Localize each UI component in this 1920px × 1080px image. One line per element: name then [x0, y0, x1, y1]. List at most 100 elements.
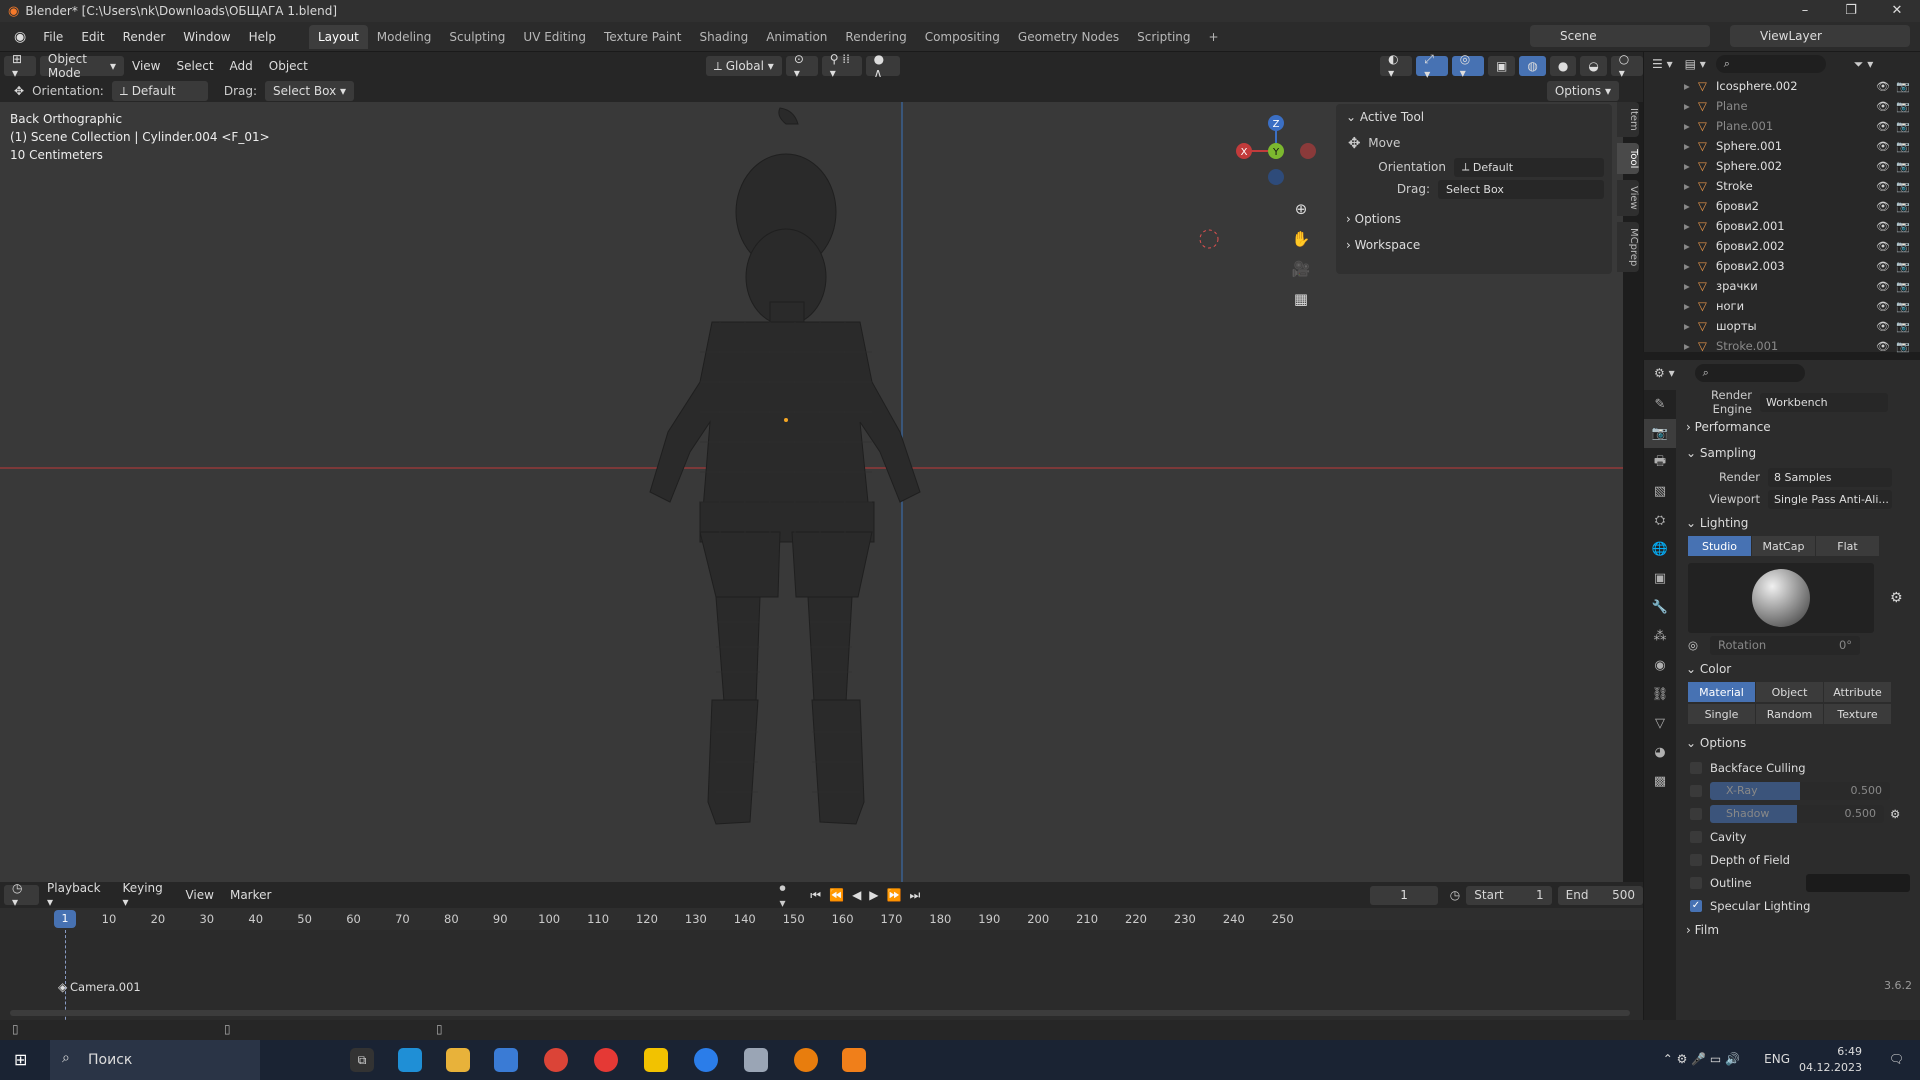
outliner-item[interactable]: ▸ ▽ зрачки 👁 📷 — [1684, 276, 1920, 296]
expand-arrow-icon[interactable]: ▸ — [1684, 319, 1698, 333]
material-shading-icon[interactable]: ◒ — [1580, 56, 1607, 76]
timeline-menu-playback[interactable]: Playback ▾ — [39, 881, 114, 909]
eye-icon[interactable]: 👁 — [1876, 320, 1890, 333]
xray-toggle-icon[interactable]: ▣ — [1488, 56, 1516, 76]
tray-icons[interactable]: ⌃ ⚙ 🎤 ▭ 🔊 — [1663, 1052, 1740, 1066]
camera-icon[interactable]: 📷 — [1896, 200, 1910, 213]
texture-tab-icon[interactable]: ▩ — [1644, 767, 1676, 796]
notifications-icon[interactable]: 🗨 — [1889, 1052, 1904, 1066]
tab-shading[interactable]: Shading — [690, 25, 757, 49]
lighting-flat-button[interactable]: Flat — [1816, 536, 1880, 556]
outliner-item[interactable]: ▸ ▽ брови2 👁 📷 — [1684, 196, 1920, 216]
rotation-field[interactable]: Rotation 0° — [1710, 635, 1861, 655]
expand-arrow-icon[interactable]: ▸ — [1684, 159, 1698, 173]
filter-icon[interactable]: ⏷ ▾ — [1854, 57, 1873, 72]
yandex-icon[interactable] — [594, 1048, 618, 1072]
eye-icon[interactable]: 👁 — [1876, 160, 1890, 173]
modifier-tab-icon[interactable]: 🔧 — [1644, 593, 1676, 622]
outline-checkbox[interactable]: Outline — [1678, 871, 1919, 894]
expand-arrow-icon[interactable]: ▸ — [1684, 219, 1698, 233]
solid-shading-icon[interactable]: ● — [1549, 56, 1577, 76]
display-mode-icon[interactable]: ▤ ▾ — [1685, 57, 1706, 71]
camera-view-icon[interactable]: 🎥 — [1290, 254, 1312, 284]
rendered-shading-icon[interactable]: ○ ▾ — [1610, 52, 1643, 80]
eye-icon[interactable]: 👁 — [1876, 220, 1890, 233]
timeline-menu-marker[interactable]: Marker — [222, 888, 279, 902]
tab-view[interactable]: View — [1617, 180, 1639, 216]
camera-icon[interactable]: 📷 — [1896, 220, 1910, 233]
menu-help[interactable]: Help — [240, 22, 285, 52]
move-tool-icon[interactable]: ✥ — [1348, 134, 1361, 152]
mode-dropdown[interactable]: Object Mode ▾ — [39, 52, 125, 80]
outliner-item[interactable]: ▸ ▽ брови2.003 👁 📷 — [1684, 256, 1920, 276]
lighting-matcap-button[interactable]: MatCap — [1752, 536, 1816, 556]
xray-slider[interactable]: X-Ray 0.500 — [1710, 781, 1890, 800]
maximize-button[interactable]: ❐ — [1828, 0, 1874, 22]
shadow-settings-icon[interactable]: ⚙ — [1890, 807, 1900, 821]
np-drag-dropdown[interactable]: Select Box — [1438, 179, 1604, 199]
eye-icon[interactable]: 👁 — [1876, 140, 1890, 153]
camera-icon[interactable]: 📷 — [1896, 140, 1910, 153]
eye-icon[interactable]: 👁 — [1876, 340, 1890, 353]
transform-orientation-dropdown[interactable]: ⟂ Global ▾ — [705, 56, 782, 76]
color-texture-button[interactable]: Texture — [1824, 704, 1892, 724]
minimize-button[interactable]: – — [1782, 0, 1828, 22]
viewport-samples-dropdown[interactable]: Single Pass Anti-Ali... — [1768, 489, 1892, 509]
3d-viewport[interactable]: Z Y X Back Orthographic (1) Scene Collec… — [0, 102, 1623, 882]
viewport-menu-add[interactable]: Add — [222, 59, 261, 73]
eye-icon[interactable]: 👁 — [1876, 100, 1890, 113]
shadow-checkbox[interactable] — [1690, 807, 1702, 820]
current-frame-field[interactable]: 1 — [1370, 885, 1438, 905]
data-tab-icon[interactable]: ▽ — [1644, 709, 1676, 738]
app-icon[interactable] — [694, 1048, 718, 1072]
prev-keyframe-icon[interactable]: ⏪ — [829, 888, 844, 902]
expand-arrow-icon[interactable]: ▸ — [1684, 179, 1698, 193]
viewport-menu-view[interactable]: View — [124, 59, 168, 73]
color-object-button[interactable]: Object — [1756, 682, 1824, 702]
outliner-item[interactable]: ▸ ▽ брови2.002 👁 📷 — [1684, 236, 1920, 256]
world-tab-icon[interactable]: 🌐 — [1644, 535, 1676, 564]
expand-arrow-icon[interactable]: ▸ — [1684, 279, 1698, 293]
properties-editor-icon[interactable]: ⚙ ▾ — [1654, 366, 1675, 380]
tab-item[interactable]: Item — [1617, 102, 1639, 137]
menu-edit[interactable]: Edit — [72, 22, 113, 52]
visibility-icon[interactable]: ◐ ▾ — [1380, 52, 1413, 80]
options-header[interactable]: ⌄ Options — [1678, 730, 1919, 756]
xray-checkbox[interactable] — [1690, 784, 1702, 797]
tab-compositing[interactable]: Compositing — [916, 25, 1009, 49]
expand-arrow-icon[interactable]: ▸ — [1684, 139, 1698, 153]
blender-menu-icon[interactable]: ◉ — [6, 29, 34, 45]
render-engine-dropdown[interactable]: Workbench — [1760, 392, 1888, 412]
performance-header[interactable]: › Performance — [1678, 414, 1919, 440]
pivot-icon[interactable]: ⊙ ▾ — [785, 52, 818, 80]
outliner-editor-icon[interactable]: ☰ ▾ — [1652, 57, 1673, 71]
camera-icon[interactable]: 📷 — [1896, 320, 1910, 333]
outliner-item[interactable]: ▸ ▽ ноги 👁 📷 — [1684, 296, 1920, 316]
eye-icon[interactable]: 👁 — [1876, 260, 1890, 273]
color-header[interactable]: ⌄ Color — [1678, 656, 1919, 682]
tab-modeling[interactable]: Modeling — [368, 25, 441, 49]
next-keyframe-icon[interactable]: ⏩ — [887, 888, 902, 902]
camera-icon[interactable]: 📷 — [1896, 260, 1910, 273]
constraints-tab-icon[interactable]: ⛓ — [1644, 680, 1676, 709]
outliner-item[interactable]: ▸ ▽ брови2.001 👁 📷 — [1684, 216, 1920, 236]
render-samples-dropdown[interactable]: 8 Samples — [1768, 467, 1892, 487]
app-icon[interactable] — [744, 1048, 768, 1072]
drag-dropdown[interactable]: Select Box ▾ — [265, 81, 355, 101]
camera-icon[interactable]: 📷 — [1896, 80, 1910, 93]
gizmo-toggle-icon[interactable]: ⤢ ▾ — [1416, 52, 1448, 81]
render-tab-icon[interactable]: 📷 — [1644, 419, 1676, 448]
tab-scripting[interactable]: Scripting — [1128, 25, 1199, 49]
tab-uv-editing[interactable]: UV Editing — [514, 25, 595, 49]
expand-arrow-icon[interactable]: ▸ — [1684, 299, 1698, 313]
mail-icon[interactable] — [494, 1048, 518, 1072]
tab-rendering[interactable]: Rendering — [836, 25, 915, 49]
view-layer-selector[interactable]: ViewLayer — [1730, 25, 1910, 47]
backface-culling-checkbox[interactable]: Backface Culling — [1678, 756, 1919, 779]
snap-icon[interactable]: ⚲ ⁞⁞ ▾ — [821, 52, 862, 80]
clock[interactable]: 6:49 04.12.2023 — [1799, 1044, 1862, 1076]
eye-icon[interactable]: 👁 — [1876, 180, 1890, 193]
pan-hand-icon[interactable]: ✋ — [1290, 224, 1312, 254]
outliner-item[interactable]: ▸ ▽ Stroke.001 👁 📷 — [1684, 336, 1920, 356]
overlays-toggle-icon[interactable]: ◎ ▾ — [1451, 52, 1484, 80]
